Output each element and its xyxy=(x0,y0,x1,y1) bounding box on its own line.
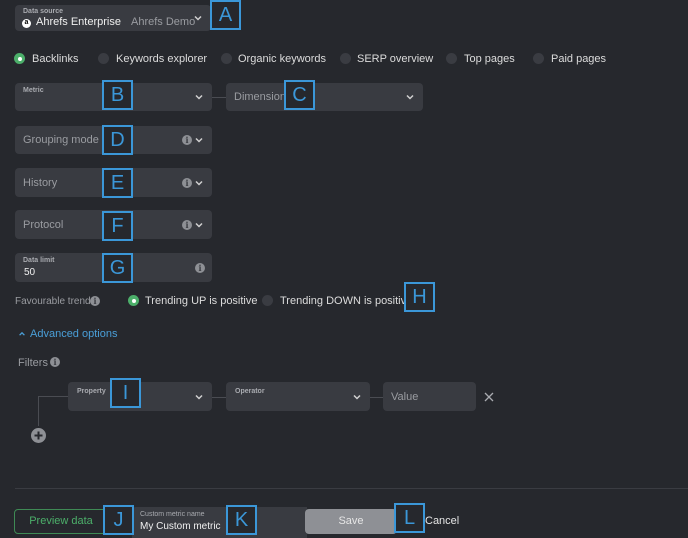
data-source-select[interactable]: Data source a Ahrefs Enterprise Ahrefs D… xyxy=(15,5,211,31)
trending-up-radio[interactable] xyxy=(128,295,139,306)
tab-paid-pages-radio[interactable] xyxy=(533,53,544,64)
trending-down-radio[interactable] xyxy=(262,295,273,306)
operator-label: Operator xyxy=(235,388,265,395)
grouping-mode-placeholder: Grouping mode xyxy=(23,134,99,146)
tab-backlinks[interactable]: Backlinks xyxy=(32,53,78,65)
annotation-j: J xyxy=(103,505,134,535)
annotation-f: F xyxy=(102,211,133,241)
info-icon[interactable]: i xyxy=(195,262,205,273)
trending-up-label[interactable]: Trending UP is positive xyxy=(145,295,258,307)
data-source-project: Ahrefs Demo xyxy=(131,16,196,28)
annotation-g: G xyxy=(102,253,133,283)
chevron-down-icon xyxy=(353,394,361,400)
data-limit-value: 50 xyxy=(24,267,36,278)
tab-organic-keywords[interactable]: Organic keywords xyxy=(238,53,326,65)
advanced-options-toggle[interactable]: Advanced options xyxy=(18,328,117,340)
tab-top-pages[interactable]: Top pages xyxy=(464,53,515,65)
annotation-h: H xyxy=(404,282,435,312)
preview-data-label: Preview data xyxy=(29,515,93,527)
tab-serp-overview-radio[interactable] xyxy=(340,53,351,64)
ahrefs-logo-icon: a xyxy=(22,19,31,28)
filter-operator-select[interactable]: Operator xyxy=(226,382,370,411)
value-placeholder: Value xyxy=(391,390,419,403)
info-icon[interactable]: i xyxy=(182,177,192,188)
tab-keywords-explorer[interactable]: Keywords explorer xyxy=(116,53,207,65)
tab-paid-pages[interactable]: Paid pages xyxy=(551,53,606,65)
data-source-account: Ahrefs Enterprise xyxy=(36,16,121,28)
tab-serp-overview[interactable]: SERP overview xyxy=(357,53,433,65)
save-button[interactable]: Save xyxy=(305,509,397,534)
annotation-a: A xyxy=(210,0,241,30)
chevron-up-icon xyxy=(19,331,25,336)
connector-line xyxy=(212,97,226,98)
connector-line xyxy=(370,397,384,398)
chevron-down-icon xyxy=(195,394,203,400)
chevron-down-icon xyxy=(406,94,414,100)
chevron-down-icon xyxy=(195,180,203,186)
annotation-c: C xyxy=(284,80,315,110)
save-label: Save xyxy=(338,515,364,527)
tab-backlinks-radio[interactable] xyxy=(14,53,25,64)
filters-label: Filters xyxy=(18,357,48,369)
annotation-d: D xyxy=(102,125,133,155)
custom-metric-name-value: My Custom metric xyxy=(140,521,221,532)
data-source-label: Data source xyxy=(23,8,64,15)
info-icon[interactable]: i xyxy=(90,296,100,306)
preview-data-button[interactable]: Preview data xyxy=(14,509,108,534)
property-label: Property xyxy=(77,388,106,395)
remove-filter-icon[interactable] xyxy=(484,392,494,402)
info-icon[interactable]: i xyxy=(50,357,60,367)
annotation-b: B xyxy=(102,80,133,110)
info-icon[interactable]: i xyxy=(182,219,192,230)
annotation-i: I xyxy=(110,378,141,408)
cancel-button[interactable]: Cancel xyxy=(425,515,459,527)
filter-tree-horizontal xyxy=(38,396,68,397)
annotation-l: L xyxy=(394,503,425,533)
chevron-down-icon xyxy=(195,137,203,143)
plus-icon xyxy=(34,431,43,440)
history-placeholder: History xyxy=(23,176,58,189)
metric-label: Metric xyxy=(23,87,44,94)
tab-keywords-explorer-radio[interactable] xyxy=(98,53,109,64)
tab-top-pages-radio[interactable] xyxy=(446,53,457,64)
chevron-down-icon xyxy=(195,222,203,228)
info-icon[interactable]: i xyxy=(182,135,192,145)
connector-line xyxy=(212,397,226,398)
annotation-e: E xyxy=(102,168,133,198)
trending-down-label[interactable]: Trending DOWN is positive xyxy=(280,295,412,307)
advanced-options-label: Advanced options xyxy=(30,328,118,340)
footer-divider xyxy=(15,488,688,489)
dimension-select[interactable]: Dimension xyxy=(226,83,423,111)
tab-organic-keywords-radio[interactable] xyxy=(221,53,232,64)
chevron-down-icon xyxy=(195,94,203,100)
filter-value-input[interactable]: Value xyxy=(383,382,476,411)
chevron-down-icon xyxy=(194,15,202,21)
custom-metric-name-input[interactable]: Custom metric name My Custom metric xyxy=(132,507,307,538)
annotation-k: K xyxy=(226,505,257,535)
filter-tree-vertical xyxy=(38,396,39,426)
data-limit-label: Data limit xyxy=(23,257,55,264)
dimension-placeholder: Dimension xyxy=(234,91,286,103)
protocol-placeholder: Protocol xyxy=(23,218,64,231)
custom-metric-name-label: Custom metric name xyxy=(140,511,205,518)
add-filter-button[interactable] xyxy=(31,428,46,443)
favourable-trend-label: Favourable trend xyxy=(15,296,91,307)
